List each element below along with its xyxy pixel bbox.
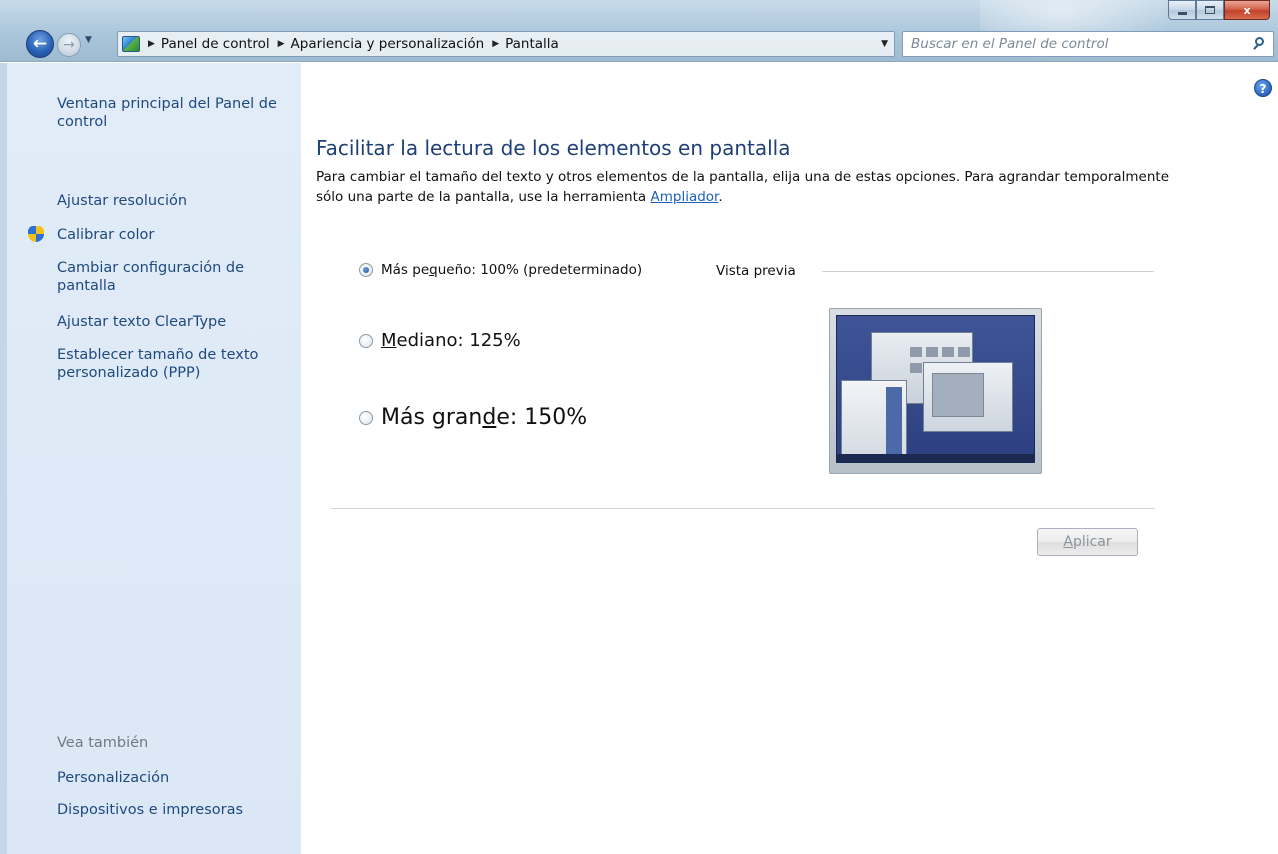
breadcrumb-pantalla[interactable]: Pantalla xyxy=(505,36,559,52)
breadcrumb-separator-icon[interactable]: ▶ xyxy=(148,39,155,49)
address-bar[interactable]: ▶ Panel de control ▶ Apariencia y person… xyxy=(117,31,999,57)
option-small[interactable]: Más pequeño: 100% (predeterminado) xyxy=(359,262,642,278)
apply-button[interactable]: Aplicar xyxy=(1037,528,1138,556)
title-bar: x ← → ▼ ▶ Panel de control ▶ Apariencia … xyxy=(0,0,1278,62)
sidebar-item-cleartype[interactable]: Ajustar texto ClearType xyxy=(57,313,277,331)
sidebar-item-dispositivos[interactable]: Dispositivos e impresoras xyxy=(57,801,277,819)
preview-taskbar xyxy=(837,454,1034,462)
description-end: . xyxy=(718,189,723,205)
description-text: Para cambiar el tamaño del texto y otros… xyxy=(316,169,1170,205)
preview-screen xyxy=(836,315,1035,463)
radio-large[interactable] xyxy=(359,410,373,425)
help-icon[interactable]: ? xyxy=(1254,79,1272,97)
sidebar-item-ajustar-resolucion[interactable]: Ajustar resolución xyxy=(57,192,277,210)
preview-label: Vista previa xyxy=(716,263,796,279)
forward-arrow-icon: → xyxy=(63,37,75,53)
window-controls: x xyxy=(1168,0,1270,20)
address-dropdown-icon[interactable]: ▼ xyxy=(881,39,888,49)
breadcrumb-separator-icon[interactable]: ▶ xyxy=(492,39,499,49)
option-medium[interactable]: Mediano: 125% xyxy=(359,330,521,351)
forward-button[interactable]: → xyxy=(57,33,81,57)
preview-divider xyxy=(822,271,1154,272)
radio-medium[interactable] xyxy=(359,333,373,348)
ampliador-link[interactable]: Ampliador xyxy=(650,189,718,205)
sidebar: Ventana principal del Panel de control A… xyxy=(0,63,301,854)
navigation-row: ← → ▼ ▶ Panel de control ▶ Apariencia y … xyxy=(0,27,1278,59)
option-medium-label: Mediano: 125% xyxy=(381,330,521,351)
shield-icon xyxy=(27,225,45,243)
minimize-button[interactable] xyxy=(1168,0,1196,20)
close-icon: x xyxy=(1243,3,1251,17)
option-large[interactable]: Más grande: 150% xyxy=(359,405,587,430)
sidebar-item-panel-home[interactable]: Ventana principal del Panel de control xyxy=(57,95,277,131)
preview-window-side xyxy=(841,380,907,460)
back-button[interactable]: ← xyxy=(26,30,54,58)
see-also-heading: Vea también xyxy=(57,735,149,751)
page-title: Facilitar la lectura de los elementos en… xyxy=(316,136,791,160)
minimize-icon xyxy=(1177,11,1187,15)
search-icon[interactable] xyxy=(1251,36,1267,52)
back-arrow-icon: ← xyxy=(32,34,48,54)
sidebar-item-personalizacion[interactable]: Personalización xyxy=(57,769,277,787)
search-box[interactable]: Buscar en el Panel de control xyxy=(902,31,1274,57)
control-panel-icon xyxy=(122,36,140,52)
preview-window-front xyxy=(923,362,1013,432)
page-description: Para cambiar el tamaño del texto y otros… xyxy=(316,167,1176,207)
sidebar-item-cambiar-configuracion[interactable]: Cambiar configuración de pantalla xyxy=(57,259,277,295)
section-divider xyxy=(331,508,1155,509)
apply-label: Aplicar xyxy=(1063,534,1112,550)
sidebar-item-ppp[interactable]: Establecer tamaño de texto personalizado… xyxy=(57,346,277,382)
breadcrumb-panel-de-control[interactable]: Panel de control xyxy=(161,36,270,52)
breadcrumb-apariencia[interactable]: Apariencia y personalización xyxy=(291,36,485,52)
maximize-button[interactable] xyxy=(1196,0,1224,20)
preview-image xyxy=(829,308,1042,474)
maximize-icon xyxy=(1205,6,1215,14)
option-small-label: Más pequeño: 100% (predeterminado) xyxy=(381,262,643,278)
search-input[interactable]: Buscar en el Panel de control xyxy=(911,36,1108,52)
recent-pages-dropdown[interactable]: ▼ xyxy=(85,35,92,45)
option-large-label: Más grande: 150% xyxy=(381,405,588,430)
radio-small[interactable] xyxy=(359,263,373,277)
breadcrumb-separator-icon[interactable]: ▶ xyxy=(278,39,285,49)
close-button[interactable]: x xyxy=(1224,0,1270,20)
sidebar-item-calibrar-color[interactable]: Calibrar color xyxy=(57,226,277,244)
radio-selected-icon xyxy=(363,267,369,273)
